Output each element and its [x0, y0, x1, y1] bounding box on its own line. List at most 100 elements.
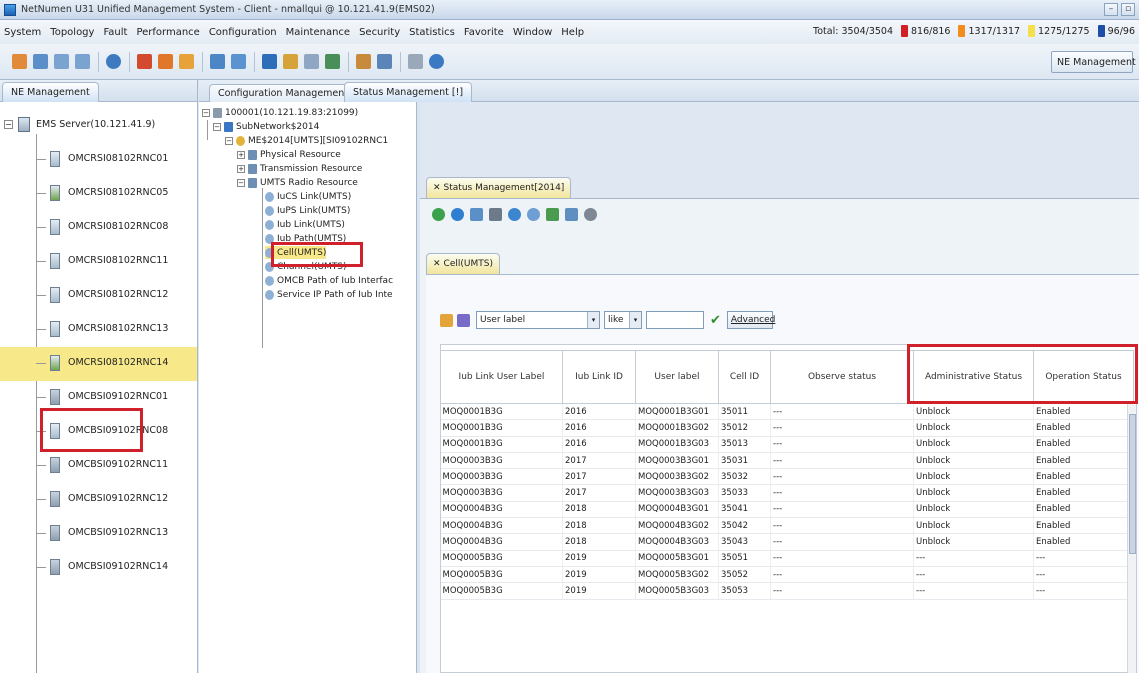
tree-item[interactable]: OMCBSI09102RNC12	[0, 483, 197, 517]
list-icon[interactable]	[33, 54, 48, 69]
tree-node-channel[interactable]: Channel(UMTS)	[265, 260, 347, 273]
expand-icon[interactable]: +	[237, 164, 245, 173]
menu-topology[interactable]: Topology	[50, 27, 94, 38]
table-row[interactable]: MOQ0004B3G 2018 MOQ0004B3G01 35041 --- Unbloc…	[440, 501, 1134, 519]
settings-icon[interactable]	[584, 208, 597, 221]
tab-configuration-management[interactable]: Configuration Management	[209, 84, 358, 102]
table-row[interactable]: MOQ0001B3G 2016 MOQ0001B3G01 35011 --- Unbloc…	[440, 403, 1134, 421]
back-icon[interactable]	[54, 54, 69, 69]
print-icon[interactable]	[489, 208, 502, 221]
forward-icon[interactable]	[75, 54, 90, 69]
column-header-administrative-status[interactable]: Administrative Status	[913, 350, 1034, 404]
tree-node-iups-link[interactable]: IuPS Link(UMTS)	[265, 204, 350, 217]
filter-operator-select[interactable]: like ▾	[604, 311, 642, 329]
tree-node-subnetwork[interactable]: − SubNetwork$2014	[213, 120, 319, 133]
menu-statistics[interactable]: Statistics	[409, 27, 455, 38]
network-icon[interactable]	[325, 54, 340, 69]
table-row[interactable]: MOQ0005B3G 2019 MOQ0005B3G02 35052 --- --- ---	[440, 566, 1134, 584]
edit-icon[interactable]	[440, 313, 453, 327]
table-row[interactable]: MOQ0003B3G 2017 MOQ0003B3G01 35031 --- Unbloc…	[440, 452, 1134, 470]
major-alarm-icon[interactable]	[958, 25, 966, 37]
tree-node-me[interactable]: − ME$2014[UMTS][SI09102RNC1	[225, 134, 388, 147]
tree-node-transmission-resource[interactable]: + Transmission Resource	[237, 162, 362, 175]
collapse-icon[interactable]: −	[213, 122, 221, 131]
tree-node-service-ip-path[interactable]: Service IP Path of Iub Inte	[265, 288, 393, 301]
menu-configuration[interactable]: Configuration	[209, 27, 277, 38]
expand-icon[interactable]: +	[237, 150, 245, 159]
menu-system[interactable]: System	[4, 27, 41, 38]
minor-alarm-icon[interactable]	[1028, 25, 1036, 37]
tree-item[interactable]: OMCRSI08102RNC05	[0, 177, 197, 211]
apply-filter-icon[interactable]: ✔	[710, 313, 721, 328]
split-window-icon[interactable]	[231, 54, 246, 69]
info-icon[interactable]	[429, 54, 444, 69]
tree-item[interactable]: OMCBSI09102RNC11	[0, 449, 197, 483]
menu-security[interactable]: Security	[359, 27, 400, 38]
export-icon[interactable]	[546, 208, 559, 221]
collapse-icon[interactable]: −	[202, 108, 210, 117]
warning-alarm-icon[interactable]	[1097, 25, 1105, 37]
column-header-iub-link-user-label[interactable]: Iub Link User Label	[440, 350, 563, 404]
config-icon[interactable]	[262, 54, 277, 69]
refresh-icon[interactable]	[106, 54, 121, 69]
column-header-cell-id[interactable]: Cell ID	[718, 350, 771, 404]
table-scrollbar[interactable]	[1127, 404, 1136, 673]
tree-node-iucs-link[interactable]: IuCS Link(UMTS)	[265, 190, 351, 203]
unblock-icon[interactable]	[527, 208, 540, 221]
menu-favorite[interactable]: Favorite	[464, 27, 504, 38]
tree-node-omcb-path[interactable]: OMCB Path of Iub Interfac	[265, 274, 393, 287]
menu-help[interactable]: Help	[561, 27, 584, 38]
filter-value-input[interactable]	[646, 311, 704, 329]
table-row[interactable]: MOQ0005B3G 2019 MOQ0005B3G01 35051 --- --- ---	[440, 550, 1134, 567]
critical-alarm-icon[interactable]	[901, 25, 909, 37]
topology-icon[interactable]	[12, 54, 27, 69]
close-icon[interactable]: ✕	[433, 183, 441, 193]
tab-status-management[interactable]: Status Management [!]	[344, 82, 473, 102]
table-row[interactable]: MOQ0005B3G 2019 MOQ0005B3G03 35053 --- --- ---	[440, 582, 1134, 600]
tree-item[interactable]: OMCRSI08102RNC01	[0, 143, 197, 177]
tools-icon[interactable]	[408, 54, 423, 69]
report-icon[interactable]	[377, 54, 392, 69]
collapse-icon[interactable]: −	[237, 178, 245, 187]
tree-item[interactable]: OMCRSI08102RNC12	[0, 279, 197, 313]
tab-ne-management[interactable]: NE Management	[2, 82, 99, 102]
window-icon[interactable]	[210, 54, 225, 69]
minimize-button[interactable]: –	[1104, 3, 1118, 16]
tree-node-physical-resource[interactable]: + Physical Resource	[237, 148, 341, 161]
collapse-icon[interactable]: −	[4, 120, 13, 129]
tree-item[interactable]: OMCRSI08102RNC08	[0, 211, 197, 245]
chevron-down-icon[interactable]: ▾	[629, 312, 641, 328]
tree-item[interactable]: OMCBSI09102RNC14	[0, 551, 197, 585]
filter-field-select[interactable]: User label ▾	[476, 311, 600, 329]
ne-management-dropdown[interactable]: NE Management ▾	[1051, 51, 1139, 73]
tree-node-cell-selected[interactable]: Cell(UMTS)	[265, 246, 327, 259]
collapse-icon[interactable]: −	[225, 136, 233, 145]
scrollbar-thumb[interactable]	[1129, 414, 1136, 554]
export-icon[interactable]	[356, 54, 371, 69]
users-icon[interactable]	[457, 313, 470, 327]
alarm-history-icon[interactable]	[179, 54, 194, 69]
restore-button[interactable]: ▫	[1121, 3, 1135, 16]
tree-item[interactable]: OMCBSI09102RNC13	[0, 517, 197, 551]
tree-node-iub-path[interactable]: Iub Path(UMTS)	[265, 232, 346, 245]
column-header-observe-status[interactable]: Observe status	[770, 350, 914, 404]
tree-item[interactable]: OMCBSI09102RNC01	[0, 381, 197, 415]
close-icon[interactable]: ✕	[433, 259, 441, 269]
menu-fault[interactable]: Fault	[103, 27, 127, 38]
column-header-user-label[interactable]: User label	[635, 350, 719, 404]
table-row[interactable]: MOQ0004B3G 2018 MOQ0004B3G03 35043 --- Unbloc…	[440, 533, 1134, 551]
tree-item[interactable]: OMCBSI09102RNC08	[0, 415, 197, 449]
table-row[interactable]: MOQ0004B3G 2018 MOQ0004B3G02 35042 --- Unbloc…	[440, 517, 1134, 535]
chevron-down-icon[interactable]: ▾	[587, 312, 599, 328]
tree-node-omc[interactable]: − 100001(10.121.19.83:21099)	[202, 106, 358, 119]
column-header-operation-status[interactable]: Operation Status	[1033, 350, 1134, 404]
refresh-icon[interactable]	[432, 208, 445, 221]
report-icon[interactable]	[565, 208, 578, 221]
table-row[interactable]: MOQ0003B3G 2017 MOQ0003B3G02 35032 --- Unbloc…	[440, 468, 1134, 486]
tab-cell-umts[interactable]: ✕ Cell(UMTS)	[426, 253, 500, 274]
query-icon[interactable]	[451, 208, 464, 221]
table-row[interactable]: MOQ0001B3G 2016 MOQ0001B3G03 35013 --- Unbloc…	[440, 436, 1134, 453]
grid-icon[interactable]	[304, 54, 319, 69]
tree-item-selected[interactable]: OMCRSI08102RNC14	[0, 347, 197, 381]
alarm-bell-icon[interactable]	[137, 54, 152, 69]
